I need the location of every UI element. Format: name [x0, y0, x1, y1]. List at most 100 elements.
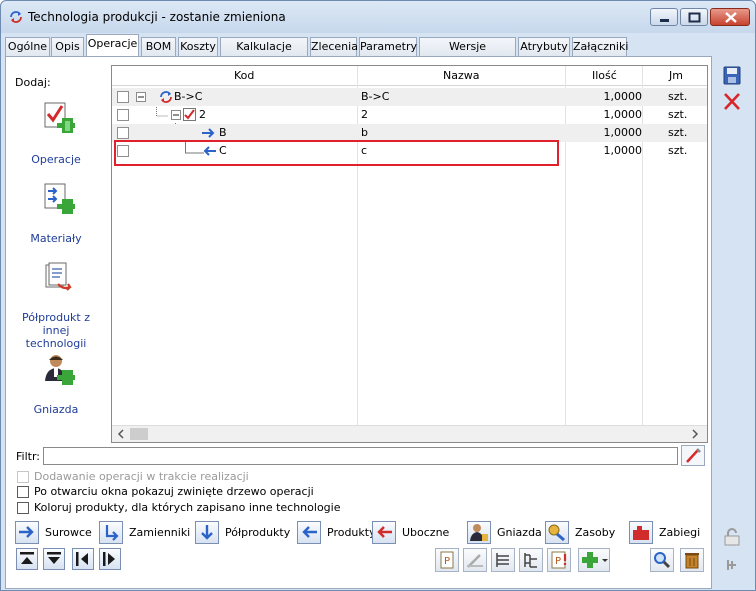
tree-expand-button[interactable] [491, 548, 515, 572]
tab-operacje[interactable]: Operacje [86, 34, 139, 56]
arrow-left-icon [302, 526, 317, 538]
row-checkbox[interactable] [117, 109, 129, 121]
maximize-icon [688, 12, 701, 23]
substitute-arrow-icon [105, 525, 119, 541]
row-checkbox[interactable] [117, 145, 129, 157]
tab-zlecenia[interactable]: Zlecenia [310, 37, 358, 56]
tab-kalkulacje-kosztu[interactable]: Kalkulacje kosztu [220, 37, 308, 70]
option-label-collapsed-tree: Po otwarciu okna pokazuj zwinięte drzewo… [34, 485, 314, 498]
minimize-button[interactable] [650, 8, 678, 26]
tab-wersje-technologii[interactable]: Wersje technologii [419, 37, 516, 70]
tab-bom[interactable]: BOM [141, 37, 176, 56]
add-section-title: Dodaj: [15, 76, 51, 89]
tab-parametry[interactable]: Parametry [359, 37, 417, 56]
gniazda-label: Gniazda [497, 526, 542, 539]
add-button[interactable] [578, 548, 610, 572]
move-left-button[interactable] [72, 548, 94, 570]
title-bar: Technologia produkcji - zostanie zmienio… [1, 1, 755, 33]
pin-button[interactable] [721, 554, 743, 576]
filter-label: Filtr: [16, 450, 40, 463]
filter-input[interactable] [43, 447, 678, 465]
tab-opis[interactable]: Opis [51, 37, 84, 56]
operations-tree[interactable]: Kod Nazwa Ilość Jm B->C B->C 1,0000 szt.… [111, 65, 708, 443]
close-button[interactable] [710, 8, 750, 26]
cell-jm: szt. [668, 144, 688, 157]
edit-disabled-icon [467, 554, 483, 568]
save-button[interactable] [720, 65, 746, 87]
arrow-right-icon [202, 128, 215, 138]
add-operation-icon [44, 102, 75, 133]
cell-kod: B->C [174, 90, 203, 103]
collapse-icon[interactable] [136, 92, 146, 102]
surowce-label: Surowce [45, 526, 92, 539]
tab-ogolne[interactable]: Ogólne [5, 37, 50, 56]
technology-window: Technologia produkcji - zostanie zmienio… [0, 0, 756, 591]
operation-check-icon [183, 108, 196, 121]
polprodukty-label: Półprodukty [225, 526, 291, 539]
horizontal-scrollbar[interactable] [112, 425, 707, 442]
pin-icon [727, 560, 736, 570]
arrow-right-icon [19, 526, 34, 538]
scroll-thumb[interactable] [130, 428, 148, 440]
produkty-label: Produkty [327, 526, 376, 539]
cell-ilosc: 1,0000 [603, 126, 643, 139]
resources-icon [548, 524, 565, 542]
search-button[interactable] [650, 548, 674, 572]
tab-atrybuty[interactable]: Atrybuty [518, 37, 570, 56]
zamienniki-label: Zamienniki [129, 526, 191, 539]
cell-jm: szt. [668, 108, 688, 121]
tree-list-icon [496, 553, 509, 567]
cell-ilosc: 1,0000 [603, 90, 643, 103]
tree-collapse-button[interactable] [519, 548, 543, 572]
semi-product-label-2: innej technologii [25, 324, 87, 350]
trash-button[interactable] [680, 548, 704, 572]
search-icon [654, 552, 671, 569]
workstation-icon [45, 355, 75, 385]
close-icon [725, 12, 737, 23]
cell-kod: B [219, 126, 227, 139]
collapse-icon[interactable] [171, 110, 181, 120]
arrow-left-icon [203, 146, 216, 156]
col-kod[interactable]: Kod [234, 69, 254, 82]
scroll-right-icon[interactable] [690, 429, 700, 439]
technology-cycle-icon [10, 11, 22, 23]
option-label-color-products: Koloruj produkty, dla których zapisano i… [34, 501, 341, 514]
option-checkbox-collapsed-tree[interactable] [17, 486, 29, 498]
cell-nazwa: b [361, 126, 368, 139]
green-plus-icon [582, 552, 608, 568]
filter-clear-button[interactable] [681, 445, 705, 466]
trash-icon [685, 553, 699, 569]
tab-koszty[interactable]: Koszty [178, 37, 218, 56]
document-alert-icon: P [551, 551, 567, 569]
window-title: Technologia produkcji - zostanie zmienio… [28, 10, 286, 24]
table-row[interactable]: C c 1,0000 szt. [112, 142, 707, 160]
tab-zalaczniki[interactable]: Załączniki [572, 37, 628, 56]
move-right-button[interactable] [99, 548, 121, 570]
move-bottom-button[interactable] [43, 548, 65, 570]
table-row[interactable]: 2 2 1,0000 szt. [112, 106, 707, 124]
row-checkbox[interactable] [117, 127, 129, 139]
attention-button[interactable]: P [547, 548, 571, 572]
scroll-left-icon[interactable] [116, 429, 126, 439]
option-checkbox-add-during-execution[interactable] [17, 471, 29, 483]
cell-nazwa: 2 [361, 108, 368, 121]
move-top-button[interactable] [16, 548, 38, 570]
cell-nazwa: c [361, 144, 368, 157]
maximize-button[interactable] [680, 8, 708, 26]
move-bottom-icon [47, 552, 61, 564]
edit-disabled-button[interactable] [463, 548, 487, 572]
col-jm[interactable]: Jm [669, 69, 683, 82]
zabiegi-label: Zabiegi [659, 526, 701, 539]
option-checkbox-color-products[interactable] [17, 502, 29, 514]
col-ilosc[interactable]: Ilość [592, 69, 617, 82]
delete-button[interactable] [720, 91, 746, 113]
table-row[interactable]: B->C B->C 1,0000 szt. [112, 88, 707, 106]
technology-cycle-icon [160, 91, 172, 103]
col-nazwa[interactable]: Nazwa [443, 69, 479, 82]
lock-button[interactable] [721, 526, 743, 548]
cell-kod: C [219, 144, 227, 157]
floppy-disk-icon [723, 66, 741, 85]
table-row[interactable]: B b 1,0000 szt. [112, 124, 707, 142]
row-checkbox[interactable] [117, 91, 129, 103]
document-p-button[interactable]: P [435, 548, 459, 572]
